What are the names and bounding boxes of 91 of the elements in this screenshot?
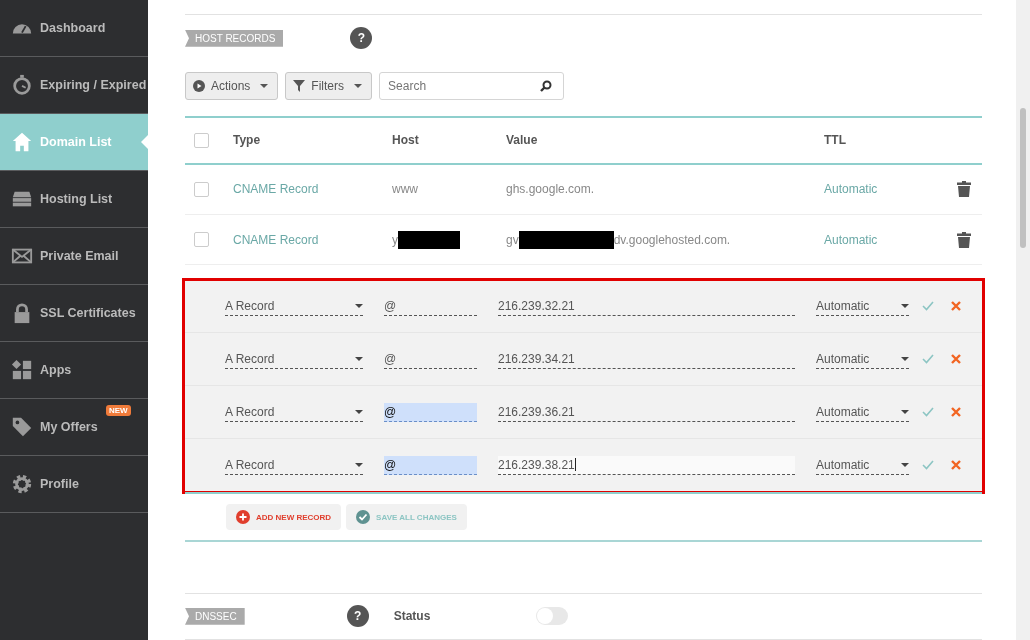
close-icon[interactable]	[951, 301, 961, 312]
status-label: Status	[393, 609, 432, 624]
plus-icon	[236, 510, 250, 525]
search-icon	[540, 79, 553, 92]
check-icon[interactable]	[922, 407, 934, 418]
caret-icon	[260, 83, 269, 88]
sidebar-label: Apps	[40, 363, 72, 377]
ttl-text: Automatic	[824, 182, 879, 197]
caret-icon	[355, 356, 363, 361]
ttl-dropdown[interactable]: Automatic	[816, 402, 909, 422]
add-record-button[interactable]: ADD NEW RECORD	[226, 504, 342, 531]
check-icon[interactable]	[922, 460, 934, 471]
sidebar-item[interactable]: Apps	[0, 342, 148, 399]
sidebar-item[interactable]: SSL Certificates	[0, 285, 148, 342]
host-field[interactable]: @	[384, 455, 477, 475]
type-dropdown[interactable]: A Record	[225, 455, 363, 475]
new-badge: NEW	[106, 405, 131, 416]
selection-pointer-icon	[141, 135, 148, 149]
host-field[interactable]: @	[384, 349, 477, 369]
host-text: www	[392, 182, 418, 197]
trash-icon[interactable]	[957, 231, 971, 248]
caret-icon	[355, 303, 363, 308]
scrollbar[interactable]	[1016, 0, 1030, 640]
caret-icon	[355, 409, 363, 414]
check-icon[interactable]	[922, 301, 934, 312]
caret-icon	[901, 409, 909, 414]
filters-button[interactable]: Filters	[285, 71, 373, 100]
record-type: CNAME Record	[233, 232, 320, 247]
sidebar-label: Expiring / Expired	[40, 78, 147, 92]
value-text: ghs.google.com.	[506, 182, 595, 197]
ttl-dropdown[interactable]: Automatic	[816, 296, 909, 316]
column-header: Host	[392, 133, 420, 148]
value-field[interactable]: 216.239.38.21	[498, 455, 795, 475]
sidebar-label: Domain List	[40, 135, 112, 149]
play-icon	[193, 79, 205, 92]
sidebar-label: Profile	[40, 477, 79, 491]
caret-icon	[901, 462, 909, 467]
help-button[interactable]: ?	[346, 605, 369, 628]
sidebar-item[interactable]: Private Email	[0, 228, 148, 285]
row-checkbox[interactable]	[194, 232, 209, 247]
section-tag: HOST RECORDS	[185, 29, 284, 47]
sidebar-label: Private Email	[40, 249, 119, 263]
close-icon[interactable]	[951, 407, 961, 418]
check-icon	[356, 510, 371, 525]
house-icon	[11, 131, 33, 153]
column-header: TTL	[824, 133, 847, 148]
sidebar-label: SSL Certificates	[40, 306, 136, 320]
column-header: Type	[233, 133, 262, 148]
stopwatch-icon	[11, 74, 33, 96]
ttl-dropdown[interactable]: Automatic	[816, 455, 909, 475]
trash-icon[interactable]	[957, 181, 971, 198]
sidebar-item[interactable]: Hosting List	[0, 171, 148, 228]
value-field[interactable]: 216.239.36.21	[498, 402, 795, 422]
close-icon[interactable]	[951, 354, 961, 365]
sidebar-label: Dashboard	[40, 21, 106, 35]
type-dropdown[interactable]: A Record	[225, 296, 363, 316]
close-icon[interactable]	[951, 460, 961, 471]
value-text: dv.googlehosted.com.	[613, 232, 731, 247]
tag-icon	[11, 416, 33, 438]
actions-button[interactable]: Actions	[185, 71, 279, 100]
funnel-icon	[293, 79, 306, 92]
caret-icon	[354, 83, 363, 88]
gear-icon	[11, 473, 33, 495]
section-tag: DNSSEC	[185, 607, 245, 625]
value-text: gv	[506, 232, 519, 247]
type-dropdown[interactable]: A Record	[225, 402, 363, 422]
check-icon[interactable]	[922, 354, 934, 365]
sidebar-item[interactable]: Profile	[0, 456, 148, 513]
help-button[interactable]: ?	[350, 27, 373, 50]
sidebar-item[interactable]: My Offers NEW	[0, 399, 148, 456]
host-text: y	[392, 232, 398, 247]
select-all-checkbox[interactable]	[194, 132, 209, 148]
row-checkbox[interactable]	[194, 181, 209, 197]
sidebar-label: Hosting List	[40, 192, 113, 206]
ttl-dropdown[interactable]: Automatic	[816, 349, 909, 369]
host-field[interactable]: @	[384, 402, 477, 422]
value-field[interactable]: 216.239.32.21	[498, 296, 795, 316]
search-field[interactable]: Search	[379, 71, 565, 100]
ttl-text: Automatic	[824, 232, 879, 247]
value-field[interactable]: 216.239.34.21	[498, 349, 795, 369]
apps-icon	[11, 359, 33, 381]
caret-icon	[901, 303, 909, 308]
record-type: CNAME Record	[233, 182, 320, 197]
sidebar-label: My Offers	[40, 420, 98, 434]
host-field[interactable]: @	[384, 296, 477, 316]
caret-icon	[901, 356, 909, 361]
sidebar-item[interactable]: Dashboard	[0, 0, 148, 57]
type-dropdown[interactable]: A Record	[225, 349, 363, 369]
text-cursor	[574, 458, 576, 472]
column-header: Value	[506, 133, 539, 148]
caret-icon	[355, 462, 363, 467]
